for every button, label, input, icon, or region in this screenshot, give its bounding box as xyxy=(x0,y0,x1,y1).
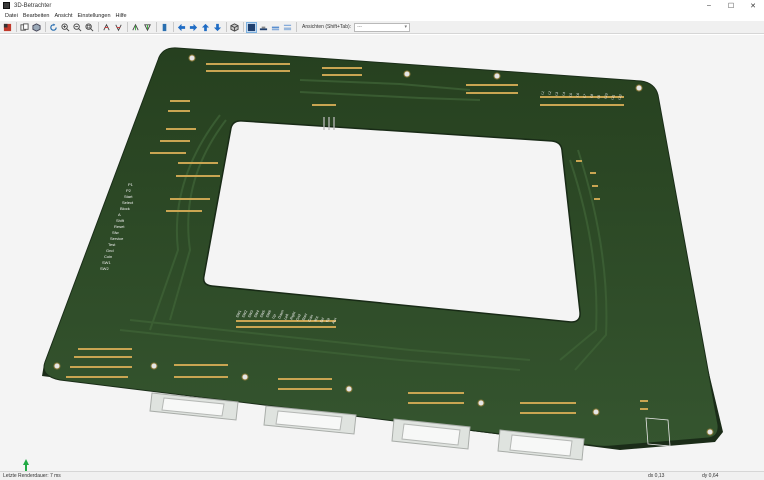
zoom-out-button[interactable] xyxy=(72,22,83,33)
rotate-x-icon xyxy=(103,23,110,30)
axis-gizmo xyxy=(23,459,29,471)
silk-label: P1 xyxy=(128,182,134,187)
status-message: Letzte Renderdauer: 7 ms xyxy=(3,473,61,479)
view-top-button[interactable] xyxy=(246,21,257,33)
silk-label: Coin xyxy=(104,254,112,259)
app-icon xyxy=(3,2,10,9)
copy-image-button[interactable] xyxy=(19,22,30,33)
silk-label: Gnd xyxy=(106,248,114,253)
maximize-button[interactable]: ☐ xyxy=(720,0,742,11)
menu-einstellungen[interactable]: Einstellungen xyxy=(78,13,111,19)
rotate-x-icon xyxy=(115,24,122,31)
silk-label: SW1 xyxy=(102,260,111,265)
separator xyxy=(127,22,128,32)
render-select-value: --- xyxy=(357,24,363,30)
rotate-y-icon xyxy=(144,23,151,31)
silk-label: SW2 xyxy=(100,266,109,271)
silk-label: Block xyxy=(120,206,130,211)
separator xyxy=(226,22,227,32)
separator xyxy=(98,22,99,32)
move-left-button[interactable] xyxy=(176,22,187,33)
ortho-toggle-button[interactable] xyxy=(229,22,240,33)
silk-label: Sfw xyxy=(112,230,119,235)
zoom-in-icon xyxy=(61,22,70,31)
arrow-right-icon xyxy=(189,23,198,31)
status-dx: dx 0,13 xyxy=(648,473,665,479)
silk-label: A xyxy=(118,212,121,217)
zoom-out-icon xyxy=(73,22,82,31)
minimize-button[interactable]: – xyxy=(698,0,720,11)
silk-label: Start xyxy=(124,194,133,199)
zoom-fit-icon xyxy=(85,22,94,31)
separator xyxy=(156,22,157,32)
separator xyxy=(173,22,174,32)
separator xyxy=(16,22,17,32)
move-right-button[interactable] xyxy=(188,22,199,33)
pcb-render: P1 P2 Start Select Block A Shift Reset S… xyxy=(42,47,723,461)
silk-label: P2 xyxy=(126,188,132,193)
silk-label: Test xyxy=(108,242,116,247)
rotate-z-icon xyxy=(162,23,167,31)
copy-icon xyxy=(20,22,29,31)
silk-label: Service xyxy=(110,236,124,241)
rotate-z-cw-button[interactable] xyxy=(159,22,170,33)
move-up-button[interactable] xyxy=(200,22,211,33)
refresh-icon xyxy=(50,22,57,31)
move-down-button[interactable] xyxy=(212,22,223,33)
render-select-label: Ansichten (Shift+Tab): xyxy=(302,24,352,30)
menu-bearbeiten[interactable]: Bearbeiten xyxy=(23,13,50,19)
view-front-button[interactable] xyxy=(258,22,269,33)
arrow-left-icon xyxy=(177,23,186,31)
rotate-y-cw-button[interactable] xyxy=(130,22,141,33)
chevron-down-icon: ▾ xyxy=(404,24,408,30)
view-top-icon xyxy=(247,23,256,31)
render-mode-button[interactable] xyxy=(2,22,13,33)
view-side-button[interactable] xyxy=(270,22,281,33)
render-icon xyxy=(3,23,12,31)
silk-label: Shift xyxy=(116,218,125,223)
arrow-down-icon xyxy=(213,23,222,31)
3d-viewport[interactable]: P1 P2 Start Select Block A Shift Reset S… xyxy=(0,35,764,471)
reload-button[interactable] xyxy=(48,22,59,33)
view-side-icon xyxy=(271,26,280,30)
cube-icon xyxy=(32,22,41,32)
cube-icon xyxy=(230,22,239,32)
arrow-up-icon xyxy=(201,23,210,31)
status-dy: dy 0,64 xyxy=(702,473,719,479)
silk-label: Select xyxy=(122,200,134,205)
zoom-in-button[interactable] xyxy=(60,22,71,33)
view-front-icon xyxy=(259,26,268,30)
window-controls: – ☐ ✕ xyxy=(698,0,764,11)
close-button[interactable]: ✕ xyxy=(742,0,764,11)
status-bar: Letzte Renderdauer: 7 ms dx 0,13 dy 0,64 xyxy=(0,471,764,480)
menu-bar: Datei Bearbeiten Ansicht Einstellungen H… xyxy=(0,11,764,21)
render-select[interactable]: --- ▾ xyxy=(354,22,411,32)
silk-label: Reset xyxy=(114,224,125,229)
export-3d-button[interactable] xyxy=(31,22,42,33)
view-bottom-icon xyxy=(283,24,292,30)
zoom-fit-button[interactable] xyxy=(84,22,95,33)
menu-ansicht[interactable]: Ansicht xyxy=(54,13,72,19)
separator xyxy=(296,22,297,32)
view-bottom-button[interactable] xyxy=(282,22,293,33)
window-title: 3D-Betrachter xyxy=(14,2,52,9)
title-bar: 3D-Betrachter – ☐ ✕ xyxy=(0,0,764,11)
rotate-y-icon xyxy=(132,23,139,30)
separator xyxy=(243,22,244,32)
menu-hilfe[interactable]: Hilfe xyxy=(116,13,127,19)
separator xyxy=(45,22,46,32)
rotate-y-ccw-button[interactable] xyxy=(142,22,153,33)
toolbar: Ansichten (Shift+Tab): --- ▾ xyxy=(0,21,764,34)
menu-datei[interactable]: Datei xyxy=(5,13,18,19)
rotate-x-ccw-button[interactable] xyxy=(113,22,124,33)
rotate-x-cw-button[interactable] xyxy=(101,22,112,33)
